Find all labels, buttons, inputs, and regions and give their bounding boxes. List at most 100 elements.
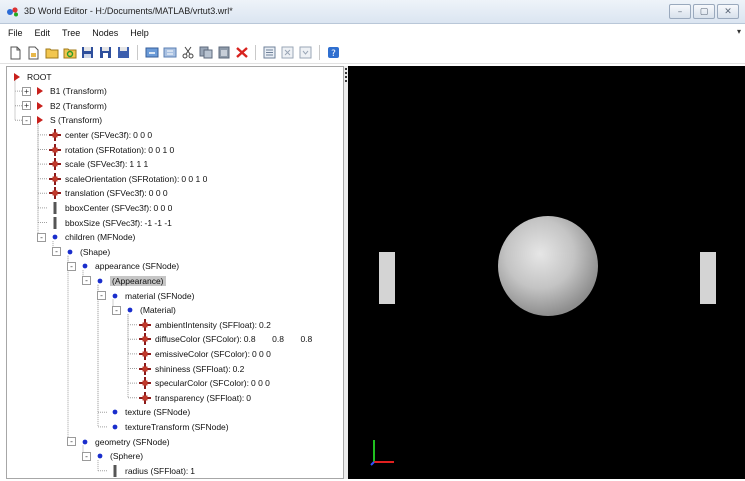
tree-row[interactable]: radius (SFFloat): 1 (109, 464, 195, 477)
tree-row-icon (139, 377, 151, 390)
tree-row[interactable]: B2 (Transform) (34, 99, 107, 112)
redo-button[interactable] (162, 45, 177, 60)
copy-button[interactable] (198, 45, 213, 60)
tree-row[interactable]: bboxSize (SFVec3f): -1 -1 -1 (49, 216, 172, 229)
tree-row-label: ROOT (27, 71, 52, 82)
expand-toggle-icon[interactable]: + (22, 86, 31, 96)
tree-row[interactable]: texture (SFNode) (109, 406, 190, 419)
tree-row-icon (109, 293, 121, 299)
collapse-toggle-icon[interactable]: - (52, 247, 61, 257)
menu-nodes[interactable]: Nodes (92, 28, 118, 38)
menu-edit[interactable]: Edit (35, 28, 51, 38)
scene-tree[interactable]: ROOT + B1 (Transform) + B2 (Transform) - S (Tr… (6, 66, 344, 479)
collapse-toggle-icon[interactable]: - (67, 261, 76, 271)
tree-row-value[interactable]: 0 0 0 (153, 203, 172, 213)
tree-row[interactable]: specularColor (SFColor): 0 0 0 (139, 377, 270, 390)
tree-row-value[interactable]: 1 (190, 466, 195, 476)
tree-row-value[interactable]: 0 0 0 (251, 378, 270, 388)
tree-row[interactable]: bboxCenter (SFVec3f): 0 0 0 (49, 201, 172, 214)
tree-row-value[interactable]: 0 0 0 (252, 349, 271, 359)
open-file-button[interactable] (26, 45, 41, 60)
open-folder-button[interactable] (44, 45, 59, 60)
collapse-toggle-icon[interactable]: - (67, 437, 76, 446)
3d-viewer[interactable] (348, 66, 745, 479)
collapse-icon (281, 46, 294, 59)
reload-button[interactable] (62, 45, 77, 60)
tree-row-icon (49, 216, 61, 229)
tree-row[interactable]: children (MFNode) (49, 231, 135, 244)
tree-row-label: appearance (SFNode) (95, 261, 180, 272)
minimize-button[interactable]: – (669, 4, 691, 19)
tree-row-label: (Appearance) (110, 275, 166, 286)
collapse-button[interactable] (280, 45, 295, 60)
tree-row[interactable]: scaleOrientation (SFRotation): 0 0 1 0 (49, 172, 207, 185)
tree-row[interactable]: translation (SFVec3f): 0 0 0 (49, 187, 168, 200)
tree-row-value[interactable]: 0 0 0 (133, 130, 152, 140)
tree-row[interactable]: B1 (Transform) (34, 85, 107, 98)
tree-row[interactable]: appearance (SFNode) (79, 260, 179, 273)
undo-button[interactable] (144, 45, 159, 60)
collapse-toggle-icon[interactable]: - (22, 115, 31, 125)
save-as-button[interactable] (98, 45, 113, 60)
tree-row-value[interactable]: 0.2 (233, 364, 245, 374)
tree-row[interactable]: material (SFNode) (109, 289, 194, 302)
tree-row-value[interactable]: 0.2 (259, 320, 271, 330)
close-button[interactable]: ✕ (717, 4, 739, 19)
collapse-toggle-icon[interactable]: - (82, 276, 91, 286)
tree-row-label: material (SFNode) (125, 290, 195, 301)
tree-row-value[interactable]: 0 (246, 393, 251, 403)
tree-row[interactable]: (Shape) (64, 245, 110, 258)
tree-row[interactable]: shininess (SFFloat): 0.2 (139, 362, 244, 375)
collapse-toggle-icon[interactable]: - (82, 451, 91, 461)
tree-row[interactable]: (Appearance) (94, 274, 166, 287)
tree-row-value[interactable]: -1 -1 -1 (144, 218, 171, 228)
expand-button[interactable] (262, 45, 277, 60)
tree-row[interactable]: ambientIntensity (SFFloat): 0.2 (139, 318, 271, 331)
maximize-button[interactable]: ▢ (693, 4, 715, 19)
collapse-toggle-icon[interactable]: - (112, 305, 121, 315)
tree-row[interactable]: (Sphere) (94, 450, 143, 463)
cut-button[interactable] (180, 45, 195, 60)
tree-row-icon (109, 464, 121, 477)
splitter-grip[interactable] (345, 68, 347, 82)
tree-row-icon (139, 333, 151, 346)
tree-row[interactable]: (Material) (124, 304, 176, 317)
tree-row-icon (11, 72, 23, 82)
tree-row-icon (49, 187, 61, 200)
help-button[interactable]: ? (326, 45, 341, 60)
tree-row-value[interactable]: 0.8 0.8 0.8 (244, 334, 313, 344)
close-icon: ✕ (724, 6, 732, 17)
collapse-all-button[interactable] (298, 45, 313, 60)
tree-row[interactable]: S (Transform) (34, 114, 102, 127)
save-button[interactable] (80, 45, 95, 60)
svg-text:?: ? (331, 49, 336, 59)
tree-row-label: (Sphere) (110, 451, 144, 462)
tree-row[interactable]: ROOT (11, 70, 52, 83)
tree-row-value[interactable]: 0 0 0 (149, 188, 168, 198)
tree-row[interactable]: emissiveColor (SFColor): 0 0 0 (139, 347, 271, 360)
tree-row[interactable]: rotation (SFRotation): 0 0 1 0 (49, 143, 174, 156)
menu-tree[interactable]: Tree (62, 28, 80, 38)
menu-overflow-icon[interactable]: ▾ (737, 27, 741, 36)
collapse-toggle-icon[interactable]: - (97, 291, 106, 300)
paste-button[interactable] (216, 45, 231, 60)
tree-row-label: radius (SFFloat): (125, 465, 189, 476)
tree-row[interactable]: diffuseColor (SFColor): 0.8 0.8 0.8 (139, 333, 312, 346)
tree-row-value[interactable]: 1 1 1 (129, 159, 148, 169)
tree-row[interactable]: scale (SFVec3f): 1 1 1 (49, 158, 148, 171)
collapse-toggle-icon[interactable]: - (37, 232, 46, 242)
menu-file[interactable]: File (8, 28, 23, 38)
tree-row[interactable]: textureTransform (SFNode) (109, 420, 229, 433)
viewer-canvas[interactable] (348, 66, 745, 479)
tree-row-icon (139, 318, 151, 331)
expand-toggle-icon[interactable]: + (22, 101, 31, 111)
tree-row-value[interactable]: 0 0 1 0 (181, 174, 207, 184)
tree-row-value[interactable]: 0 0 1 0 (148, 145, 174, 155)
delete-button[interactable] (234, 45, 249, 60)
tree-row[interactable]: transparency (SFFloat): 0 (139, 391, 251, 404)
tree-row[interactable]: geometry (SFNode) (79, 435, 170, 448)
menu-help[interactable]: Help (130, 28, 149, 38)
save-copy-button[interactable] (116, 45, 131, 60)
new-file-button[interactable] (8, 45, 23, 60)
tree-row[interactable]: center (SFVec3f): 0 0 0 (49, 128, 152, 141)
